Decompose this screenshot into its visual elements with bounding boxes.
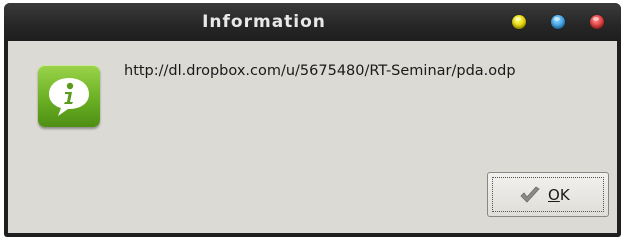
minimize-button[interactable] — [512, 15, 526, 29]
ok-mnemonic: O — [548, 186, 560, 204]
ok-label-rest: K — [559, 186, 570, 204]
ok-label: OK — [548, 186, 570, 204]
ok-button-content: OK — [518, 183, 570, 207]
close-button-highlight — [593, 17, 599, 21]
close-button[interactable] — [590, 15, 604, 29]
checkmark-icon — [520, 186, 540, 203]
minimize-button-highlight — [515, 17, 521, 21]
maximize-button-highlight — [554, 17, 560, 21]
information-dialog-window: Information http://dl.dropbox.com/u/5675… — [4, 3, 621, 237]
dialog-content: http://dl.dropbox.com/u/5675480/RT-Semin… — [8, 41, 617, 233]
titlebar[interactable]: Information — [4, 3, 621, 41]
window-title: Information — [202, 12, 326, 32]
maximize-button[interactable] — [551, 15, 565, 29]
message-text: http://dl.dropbox.com/u/5675480/RT-Semin… — [124, 63, 516, 79]
info-icon — [38, 65, 100, 127]
ok-button[interactable]: OK — [487, 172, 609, 217]
